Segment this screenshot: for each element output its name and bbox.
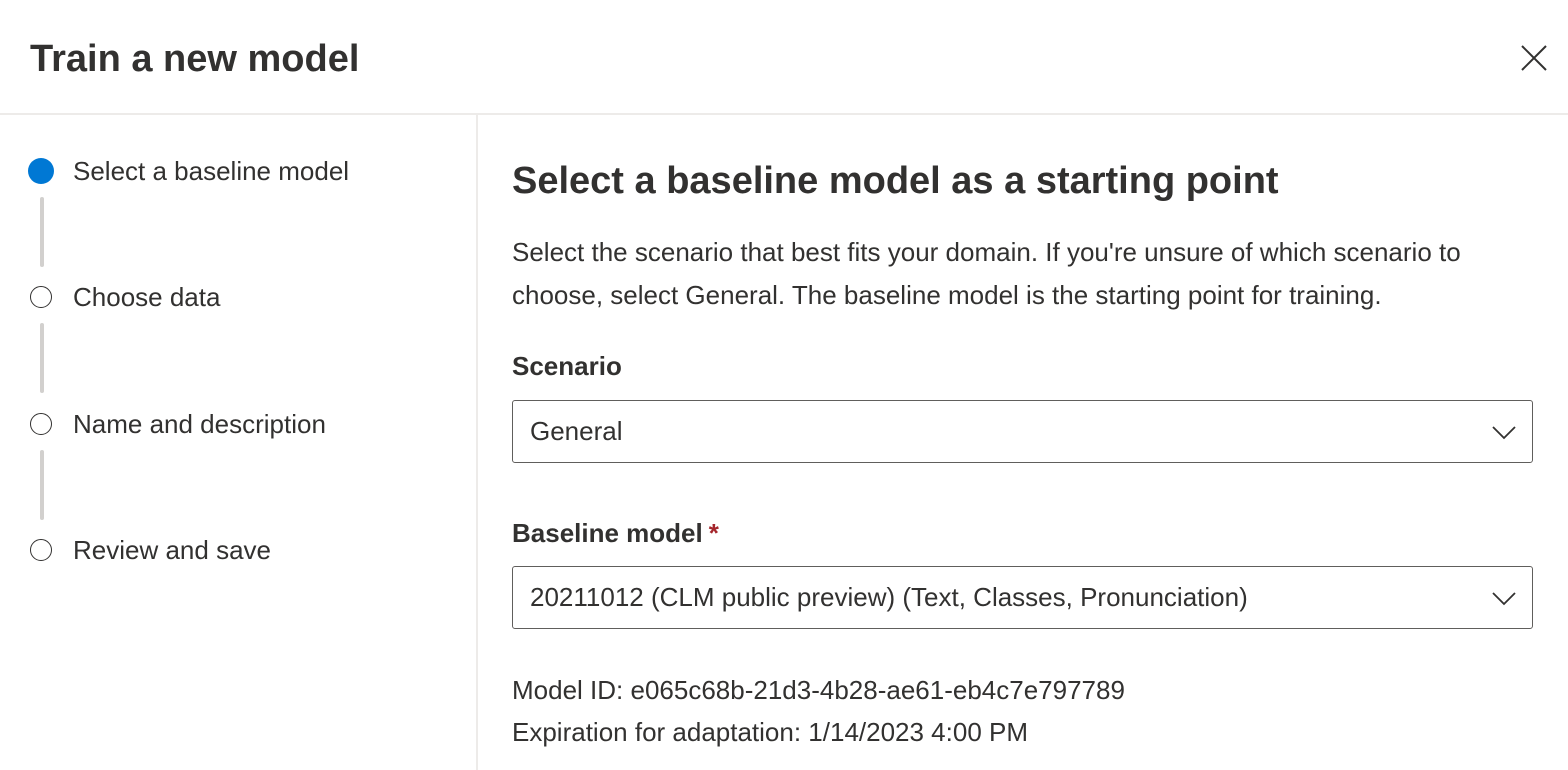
scenario-label: Scenario: [512, 351, 622, 381]
step-connector: [40, 450, 44, 520]
step-active-indicator-icon: [28, 158, 54, 184]
step-review-and-save[interactable]: Review and save: [30, 530, 271, 570]
baseline-model-label-text: Baseline model: [512, 518, 703, 548]
step-indicator-icon: [30, 286, 52, 308]
baseline-model-label: Baseline model *: [512, 518, 719, 549]
chevron-down-icon: [1488, 416, 1520, 448]
step-label: Select a baseline model: [73, 155, 350, 186]
close-icon: [1520, 44, 1548, 77]
step-indicator-icon: [30, 539, 52, 561]
main-content: Select a baseline model as a starting po…: [512, 115, 1534, 770]
wizard-steps: Select a baseline model Choose data Name…: [0, 115, 478, 770]
section-title: Select a baseline model as a starting po…: [512, 160, 1279, 202]
step-label: Review and save: [73, 534, 271, 565]
scenario-dropdown[interactable]: General: [512, 400, 1533, 463]
scenario-selected-value: General: [530, 416, 623, 446]
step-connector: [40, 197, 44, 267]
close-button[interactable]: [1512, 38, 1556, 82]
step-name-and-description[interactable]: Name and description: [30, 404, 326, 444]
required-indicator: *: [708, 518, 719, 548]
train-model-panel: Train a new model Select a baseline mode…: [0, 0, 1568, 770]
baseline-model-dropdown[interactable]: 20211012 (CLM public preview) (Text, Cla…: [512, 566, 1533, 629]
chevron-down-icon: [1488, 582, 1520, 614]
section-description: Select the scenario that best fits your …: [512, 237, 1461, 310]
step-connector: [40, 323, 44, 393]
step-choose-data[interactable]: Choose data: [30, 277, 220, 317]
dialog-title: Train a new model: [30, 38, 360, 80]
expiration-text: Expiration for adaptation: 1/14/2023 4:0…: [512, 717, 1029, 747]
model-id-text: Model ID: e065c68b-21d3-4b28-ae61-eb4c7e…: [512, 675, 1125, 705]
baseline-model-selected-value: 20211012 (CLM public preview) (Text, Cla…: [530, 582, 1248, 612]
step-label: Name and description: [73, 408, 326, 439]
dialog-header: Train a new model: [0, 0, 1568, 115]
step-label: Choose data: [73, 281, 221, 312]
step-indicator-icon: [30, 413, 52, 435]
step-select-baseline-model[interactable]: Select a baseline model: [28, 151, 350, 191]
